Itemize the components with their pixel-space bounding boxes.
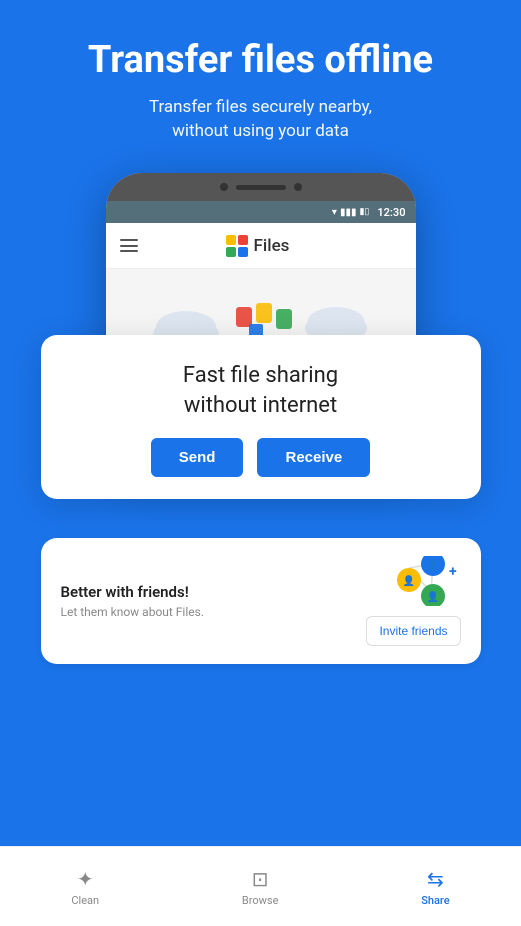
clean-label: Clean — [71, 894, 99, 907]
share-label: Share — [421, 894, 449, 907]
app-bar: Files — [106, 223, 416, 269]
phone-container: ▾ ▮▮▮ ▮▯ 12:30 Files — [0, 173, 521, 469]
phone-camera — [220, 183, 228, 191]
receive-button[interactable]: Receive — [257, 438, 370, 477]
app-title-area: Files — [226, 235, 290, 257]
phone-camera-2 — [294, 183, 302, 191]
svg-text:👤: 👤 — [426, 590, 438, 603]
clean-icon: ✦ — [77, 867, 94, 891]
sharing-card-title: Fast file sharingwithout internet — [71, 361, 451, 420]
page-subtitle: Transfer files securely nearby,without u… — [30, 96, 491, 144]
friends-title: Better with friends! — [61, 583, 205, 601]
browse-label: Browse — [242, 894, 279, 907]
bottom-nav: ✦ Clean ⊡ Browse ⇆ Share — [0, 846, 521, 926]
friends-network: 👤 👤 👤 + — [381, 556, 461, 606]
svg-text:👤: 👤 — [402, 574, 414, 587]
sharing-card: Fast file sharingwithout internet Send R… — [41, 335, 481, 499]
browse-icon: ⊡ — [252, 867, 269, 891]
network-svg: 👤 👤 👤 + — [381, 556, 461, 606]
signal-icon: ▮▮▮ — [340, 207, 357, 218]
send-button[interactable]: Send — [151, 438, 244, 477]
app-name-label: Files — [254, 236, 290, 256]
friends-right: 👤 👤 👤 + Invite friends — [366, 556, 460, 646]
invite-friends-button[interactable]: Invite friends — [366, 616, 460, 646]
friends-subtitle: Let them know about Files. — [61, 605, 205, 619]
status-time: 12:30 — [377, 206, 405, 219]
phone-speaker — [236, 185, 286, 190]
header-section: Transfer files offline Transfer files se… — [0, 0, 521, 163]
wifi-icon: ▾ — [332, 207, 337, 218]
friends-text: Better with friends! Let them know about… — [61, 583, 205, 619]
app-logo-icon — [226, 235, 248, 257]
status-bar: ▾ ▮▮▮ ▮▯ 12:30 — [106, 201, 416, 223]
nav-item-share[interactable]: ⇆ Share — [401, 859, 469, 915]
svg-text:👤: 👤 — [426, 558, 438, 571]
nav-item-browse[interactable]: ⊡ Browse — [222, 859, 299, 915]
svg-text:+: + — [449, 564, 457, 580]
hamburger-menu[interactable] — [120, 239, 138, 252]
friends-card: Better with friends! Let them know about… — [41, 538, 481, 664]
card-buttons: Send Receive — [71, 438, 451, 477]
page-title: Transfer files offline — [30, 40, 491, 82]
battery-icon: ▮▯ — [359, 207, 369, 217]
share-icon: ⇆ — [427, 867, 444, 891]
nav-item-clean[interactable]: ✦ Clean — [51, 859, 119, 915]
status-icons: ▾ ▮▮▮ ▮▯ — [332, 207, 369, 218]
phone-bezel-top — [106, 173, 416, 201]
